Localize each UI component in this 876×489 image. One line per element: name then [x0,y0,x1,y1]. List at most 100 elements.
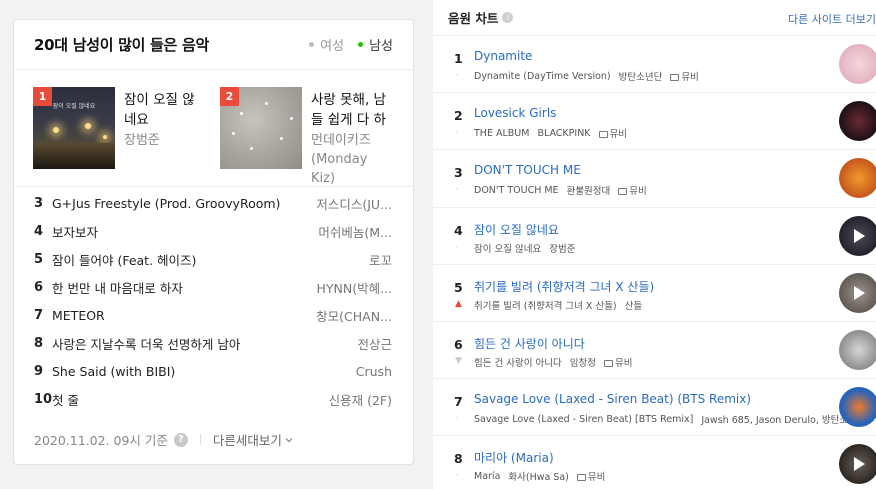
other-site-link[interactable]: 다른 사이트 더보기 [788,11,876,27]
chart-row[interactable]: 3 - DON'T TOUCH ME DON'T TOUCH ME 환불원정대 뮤비 [433,149,876,206]
top-two-songs: 잠이 오질 않네요 1 잠이 오질 않네요 장범준 2 사랑 못해, 남들 쉽게… [14,70,413,187]
top-song-1[interactable]: 잠이 오질 않네요 1 잠이 오질 않네요 장범준 [33,87,207,186]
rank-number: 5 [34,251,44,267]
song-artist[interactable]: 창모(CHAN... [316,306,392,325]
song-artist[interactable]: 로꼬 [369,250,392,269]
song-title[interactable]: 첫 줄 [52,390,329,409]
list-item[interactable]: 6 한 번만 내 마음대로 하자 HYNN(박혜... [14,273,413,301]
play-icon [854,457,865,472]
list-item[interactable]: 3 G+Jus Freestyle (Prod. GroovyRoom) 저스디스(… [14,189,413,217]
song-title[interactable]: 사랑 못해, 남들 쉽게 다 하 [311,90,394,130]
song-artist[interactable]: 저스디스(JU... [316,194,392,213]
artist-name[interactable]: 방탄소년단 [619,69,663,83]
album-thumbnail[interactable] [839,387,876,428]
album-name[interactable]: THE ALBUM [474,128,529,139]
chart-row[interactable]: 6 ▼ 힘든 건 사랑이 아니다 힘든 건 사랑이 아니다 임창정 뮤비 [433,320,876,378]
chart-row[interactable]: 8 - 마리아 (Maria) María 화사(Hwa Sa) 뮤비 [433,435,876,489]
artist-name[interactable]: 환불원정대 [567,183,611,197]
mv-link[interactable]: 뮤비 [670,69,699,83]
other-generation-button[interactable]: 다른세대보기 [213,430,294,449]
tab-female-label: 여성 [320,39,345,54]
chart-row[interactable]: 2 - Lovesick Girls THE ALBUM BLACKPINK 뮤비 [433,92,876,149]
top-song-2[interactable]: 2 사랑 못해, 남들 쉽게 다 하 먼데이키즈 (Monday Kiz) [220,87,394,186]
song-title[interactable]: 취기를 빌려 (취향저격 그녀 X 산들) [474,278,654,295]
timestamp: 2020.11.02. 09시 기준 [34,433,168,448]
album-thumbnail[interactable] [839,44,876,84]
rank-number: 5 [454,279,463,295]
help-icon[interactable]: ? [173,432,188,447]
song-artist[interactable]: 신용재 (2F) [329,390,392,409]
chart-row[interactable]: 1 - Dynamite Dynamite (DayTime Version) 방… [433,35,876,92]
album-thumbnail[interactable] [839,158,876,199]
album-cover[interactable]: 2 [220,87,302,169]
song-title[interactable]: METEOR [52,308,316,323]
album-name[interactable]: 잠이 오질 않네요 [474,241,541,255]
rank-number: 4 [454,222,463,238]
song-title[interactable]: Dynamite [474,49,532,63]
snow-dot [280,137,283,140]
song-title[interactable]: 잠이 들어야 (Feat. 헤이즈) [52,250,369,269]
tab-male[interactable]: 남성 [358,35,393,54]
list-item[interactable]: 10 첫 줄 신용재 (2F) [14,385,413,413]
list-item[interactable]: 7 METEOR 창모(CHAN... [14,301,413,329]
song-title[interactable]: 사랑은 지날수록 더욱 선명하게 남아 [52,334,357,353]
song-title[interactable]: 한 번만 내 마음대로 하자 [52,278,316,297]
song-title[interactable]: 잠이 오질 않네요 [474,221,559,238]
artist-name[interactable]: 산들 [625,298,642,312]
rank-change: - [455,241,459,252]
artist-name[interactable]: 임창정 [570,355,596,369]
chart-header: 음원 차트 i 다른 사이트 더보기 [433,0,876,35]
song-artist[interactable]: Crush [356,364,392,379]
album-name[interactable]: 힘든 건 사랑이 아니다 [474,355,562,369]
list-item[interactable]: 8 사랑은 지날수록 더욱 선명하게 남아 전상근 [14,329,413,357]
album-thumbnail[interactable] [839,215,876,256]
mv-link[interactable]: 뮤비 [576,469,605,483]
gender-tabs: 여성 남성 [309,35,393,54]
album-thumbnail[interactable] [839,101,876,142]
rank-change: - [455,470,459,481]
album-name[interactable]: 취기를 빌려 (취향저격 그녀 X 산들) [474,298,617,312]
chart-row[interactable]: 4 - 잠이 오질 않네요 잠이 오질 않네요 장범준 [433,206,876,264]
artist-name[interactable]: 장범준 [549,241,575,255]
list-item[interactable]: 5 잠이 들어야 (Feat. 헤이즈) 로꼬 [14,245,413,273]
song-title[interactable]: G+Jus Freestyle (Prod. GroovyRoom) [52,196,316,211]
song-artist[interactable]: 장범준 [124,131,207,150]
play-icon [854,285,865,300]
song-title[interactable]: She Said (with BIBI) [52,364,356,379]
album-thumbnail[interactable] [839,444,876,485]
tab-female[interactable]: 여성 [309,35,344,54]
mv-link[interactable]: 뮤비 [598,126,627,140]
mv-link[interactable]: 뮤비 [618,183,647,197]
list-item[interactable]: 9 She Said (with BIBI) Crush [14,357,413,385]
album-thumbnail[interactable] [839,329,876,370]
album-name[interactable]: Dynamite (DayTime Version) [474,71,611,82]
song-title[interactable]: 잠이 오질 않네요 [124,90,207,130]
album-name[interactable]: Savage Love (Laxed - Siren Beat) [BTS Re… [474,414,693,425]
rank-number: 8 [34,335,44,351]
song-title[interactable]: 보자보자 [52,222,318,241]
chart-row[interactable]: 5 ▲ 취기를 빌려 (취향저격 그녀 X 산들) 취기를 빌려 (취향저격 그… [433,263,876,321]
song-title[interactable]: Savage Love (Laxed - Siren Beat) (BTS Re… [474,392,751,406]
chart-row[interactable]: 7 - Savage Love (Laxed - Siren Beat) (BT… [433,378,876,435]
album-cover[interactable]: 잠이 오질 않네요 1 [33,87,115,169]
song-title[interactable]: DON'T TOUCH ME [474,163,581,177]
song-meta: 잠이 오질 않네요 장범준 [474,241,575,255]
song-artist[interactable]: 전상근 [357,334,392,353]
artist-name[interactable]: BLACKPINK [537,128,590,139]
song-artist[interactable]: 먼데이키즈 (Monday Kiz) [311,131,394,188]
list-item[interactable]: 4 보자보자 머쉬베놈(M... [14,217,413,245]
song-artist[interactable]: HYNN(박혜... [316,278,392,297]
info-icon[interactable]: i [502,12,514,23]
song-artist[interactable]: 머쉬베놈(M... [318,222,392,241]
song-title[interactable]: Lovesick Girls [474,106,556,120]
mv-link[interactable]: 뮤비 [603,355,632,369]
album-thumbnail[interactable] [839,272,876,313]
song-title[interactable]: 마리아 (Maria) [474,449,554,466]
song-title[interactable]: 힘든 건 사랑이 아니다 [474,335,585,352]
rank-change: - [455,70,459,80]
album-name[interactable]: María [474,471,500,482]
song-meta: THE ALBUM BLACKPINK 뮤비 [474,126,627,141]
chevron-down-icon [285,437,293,442]
artist-name[interactable]: 화사(Hwa Sa) [508,469,569,483]
album-name[interactable]: DON'T TOUCH ME [474,185,559,196]
